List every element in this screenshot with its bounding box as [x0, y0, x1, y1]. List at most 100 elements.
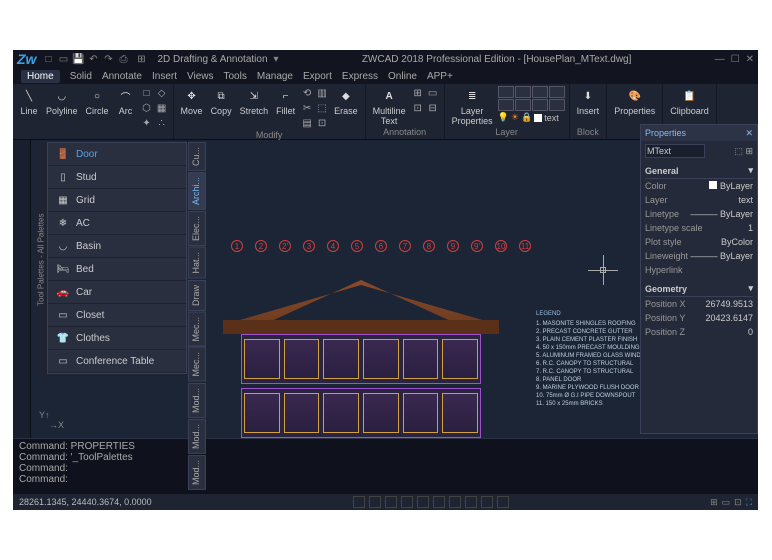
property-row[interactable]: Position Y20423.6147: [645, 311, 753, 325]
property-row[interactable]: Linetype——— ByLayer: [645, 207, 753, 221]
property-row[interactable]: Position Z0: [645, 325, 753, 339]
layer-btn[interactable]: [515, 99, 531, 111]
property-row[interactable]: Hyperlink: [645, 263, 753, 277]
status-toggle[interactable]: [385, 496, 397, 508]
command-line[interactable]: Command: PROPERTIES Command: '_ToolPalet…: [13, 438, 758, 494]
insert-button[interactable]: ⬇Insert: [574, 86, 603, 117]
tab-solid[interactable]: Solid: [70, 71, 92, 82]
tab-manage[interactable]: Manage: [257, 71, 293, 82]
layer-bulb-icon[interactable]: 💡: [498, 112, 509, 123]
status-toggle[interactable]: [497, 496, 509, 508]
layer-btn[interactable]: [515, 86, 531, 98]
fillet-button[interactable]: ⌐Fillet: [273, 86, 298, 117]
property-value[interactable]: ——— ByLayer: [690, 251, 753, 261]
draw-small-icon[interactable]: ⬡: [140, 101, 154, 115]
palette-item[interactable]: 🛏Bed: [48, 258, 186, 281]
modify-small-icon[interactable]: ⟲: [300, 86, 314, 100]
property-value[interactable]: 26749.9513: [705, 299, 753, 309]
panel-close-icon[interactable]: ✕: [745, 128, 753, 139]
status-right-icon[interactable]: ⊞: [710, 497, 718, 508]
palette-vtab[interactable]: Mec...: [188, 347, 206, 382]
close-icon[interactable]: ✕: [746, 54, 754, 65]
modify-small-icon[interactable]: ⊡: [315, 116, 329, 130]
modify-small-icon[interactable]: ▥: [315, 86, 329, 100]
collapse-icon[interactable]: ▾: [748, 283, 753, 294]
section-general[interactable]: General: [645, 166, 679, 176]
property-value[interactable]: 20423.6147: [705, 313, 753, 323]
status-toggle[interactable]: [353, 496, 365, 508]
draw-small-icon[interactable]: ◇: [155, 86, 169, 100]
status-toggle[interactable]: [433, 496, 445, 508]
modify-small-icon[interactable]: ✂: [300, 101, 314, 115]
palette-vtab[interactable]: Mec...: [188, 312, 206, 347]
status-toggle[interactable]: [369, 496, 381, 508]
polyline-button[interactable]: ◡Polyline: [43, 86, 81, 117]
tab-express[interactable]: Express: [342, 71, 378, 82]
draw-small-icon[interactable]: ✦: [140, 116, 154, 130]
line-button[interactable]: ╲Line: [17, 86, 41, 117]
layer-btn[interactable]: [549, 86, 565, 98]
workspace-dropdown-icon[interactable]: ▾: [274, 54, 279, 65]
move-button[interactable]: ✥Move: [178, 86, 206, 117]
layer-btn[interactable]: [532, 86, 548, 98]
status-right-icon[interactable]: ⊡: [734, 497, 742, 508]
layer-name[interactable]: text: [544, 113, 559, 123]
palette-item[interactable]: ◡Basin: [48, 235, 186, 258]
palette-vtab[interactable]: Mod...: [188, 383, 206, 418]
palette-item[interactable]: 🚗Car: [48, 281, 186, 304]
palette-vtab[interactable]: Draw: [188, 280, 206, 311]
new-icon[interactable]: □: [42, 53, 54, 65]
circle-button[interactable]: ○Circle: [83, 86, 112, 117]
print-icon[interactable]: ⎙: [117, 53, 129, 65]
tab-home[interactable]: Home: [21, 70, 60, 83]
palette-item[interactable]: ▦Grid: [48, 189, 186, 212]
palette-vtab[interactable]: Archi...: [188, 172, 206, 210]
property-row[interactable]: Linetype scale1: [645, 221, 753, 235]
modify-small-icon[interactable]: ⬚: [315, 101, 329, 115]
draw-small-icon[interactable]: □: [140, 86, 154, 100]
redo-icon[interactable]: ↷: [102, 53, 114, 65]
annot-small-icon[interactable]: ⊡: [411, 101, 425, 115]
property-row[interactable]: Position X26749.9513: [645, 297, 753, 311]
section-geometry[interactable]: Geometry: [645, 284, 687, 294]
stretch-button[interactable]: ⇲Stretch: [237, 86, 272, 117]
properties-button[interactable]: 🎨Properties: [611, 86, 658, 117]
status-toggle[interactable]: [465, 496, 477, 508]
draw-small-icon[interactable]: ∴: [155, 116, 169, 130]
tab-views[interactable]: Views: [187, 71, 214, 82]
property-value[interactable]: 1: [748, 223, 753, 233]
property-value[interactable]: 0: [748, 327, 753, 337]
arc-button[interactable]: ⌒Arc: [114, 86, 138, 117]
palette-item[interactable]: ▯Stud: [48, 166, 186, 189]
property-row[interactable]: Lineweight——— ByLayer: [645, 249, 753, 263]
property-value[interactable]: text: [738, 195, 753, 205]
tab-app[interactable]: APP+: [427, 71, 453, 82]
fullscreen-icon[interactable]: ⛶: [746, 497, 752, 508]
save-icon[interactable]: 💾: [72, 53, 84, 65]
tab-insert[interactable]: Insert: [152, 71, 177, 82]
maximize-icon[interactable]: ☐: [731, 54, 740, 65]
palette-vtab[interactable]: Cu...: [188, 142, 206, 171]
annot-small-icon[interactable]: ▭: [426, 86, 440, 100]
annot-small-icon[interactable]: ⊟: [426, 101, 440, 115]
palette-item[interactable]: 👕Clothes: [48, 327, 186, 350]
layer-properties-button[interactable]: ≣Layer Properties: [449, 86, 496, 127]
property-row[interactable]: Layertext: [645, 193, 753, 207]
modify-small-icon[interactable]: ▤: [300, 116, 314, 130]
status-right-icon[interactable]: ▭: [722, 497, 731, 508]
palette-item[interactable]: ▭Closet: [48, 304, 186, 327]
copy-button[interactable]: ⧉Copy: [208, 86, 235, 117]
palette-vtab[interactable]: Mod...: [188, 455, 206, 490]
tab-online[interactable]: Online: [388, 71, 417, 82]
undo-icon[interactable]: ↶: [87, 53, 99, 65]
palette-vtab[interactable]: Hat...: [188, 247, 206, 279]
status-toggle[interactable]: [481, 496, 493, 508]
palette-vtab[interactable]: Elec...: [188, 211, 206, 246]
tab-export[interactable]: Export: [303, 71, 332, 82]
erase-button[interactable]: ◆Erase: [331, 86, 361, 117]
layer-btn[interactable]: [498, 86, 514, 98]
clipboard-button[interactable]: 📋Clipboard: [667, 86, 712, 117]
annot-small-icon[interactable]: ⊞: [411, 86, 425, 100]
palette-item[interactable]: ▭Conference Table: [48, 350, 186, 373]
collapse-icon[interactable]: ▾: [748, 165, 753, 176]
